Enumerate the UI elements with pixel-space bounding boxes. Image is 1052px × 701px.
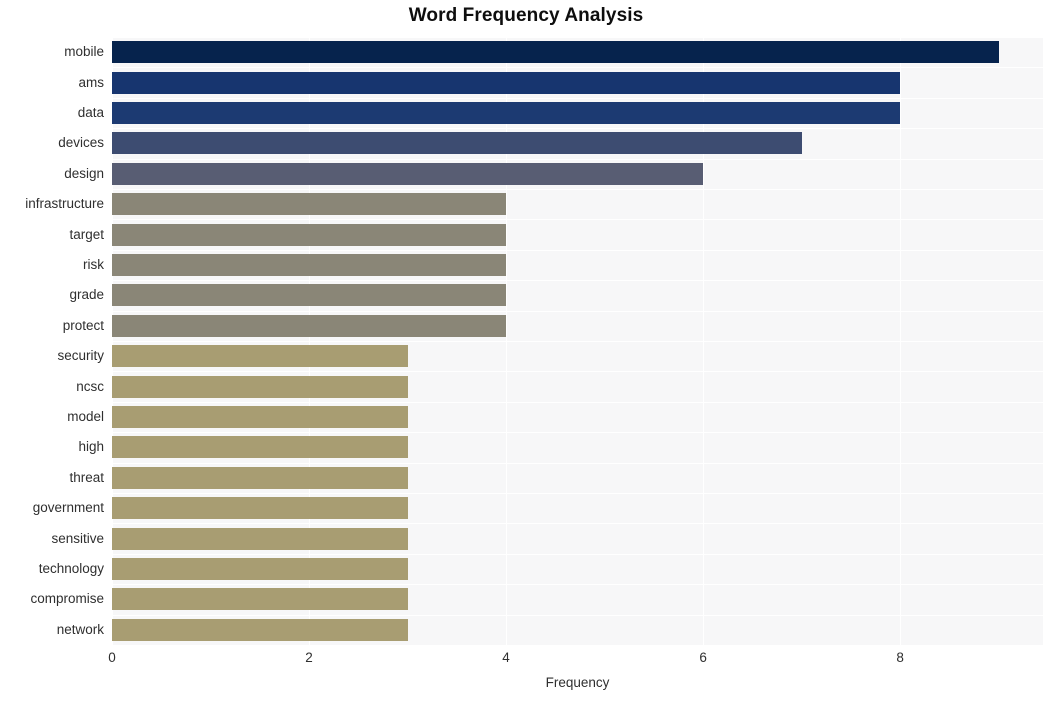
y-tick-label: compromise [30, 591, 104, 607]
x-tick-label: 2 [305, 650, 313, 665]
y-tick-label: security [57, 348, 104, 364]
bar [112, 436, 408, 459]
y-tick-label: model [67, 409, 104, 424]
gridline-horizontal [112, 645, 1043, 646]
x-tick-label: 6 [699, 650, 707, 665]
y-tick-label: grade [69, 287, 104, 303]
y-tick-label: risk [83, 257, 104, 272]
y-tick-label: technology [38, 561, 104, 576]
y-tick-label: sensitive [51, 530, 104, 546]
x-tick-label: 0 [108, 650, 116, 665]
bar [112, 102, 901, 124]
gridline-horizontal [112, 493, 1043, 494]
chart-title: Word Frequency Analysis [408, 5, 644, 26]
gridline-horizontal [112, 615, 1043, 616]
bar [112, 193, 507, 216]
bar [112, 558, 408, 580]
y-tick-label: devices [58, 135, 104, 151]
bar [112, 314, 507, 337]
y-tick-label: protect [62, 317, 104, 333]
y-tick-label: network [56, 621, 104, 637]
gridline-horizontal [112, 219, 1043, 220]
y-tick-label: data [77, 105, 104, 120]
bar [112, 618, 408, 641]
gridline-horizontal [112, 584, 1043, 585]
gridline-horizontal [112, 311, 1043, 312]
gridline-horizontal [112, 67, 1043, 68]
gridline-horizontal [112, 250, 1043, 251]
bar [112, 406, 408, 428]
gridline-horizontal [112, 189, 1043, 190]
bar [112, 162, 704, 185]
gridline-horizontal [112, 159, 1043, 160]
gridline-horizontal [112, 37, 1043, 38]
gridline-horizontal [112, 554, 1043, 555]
gridline-horizontal [112, 98, 1043, 99]
bar [112, 375, 408, 398]
gridline-horizontal [112, 402, 1043, 403]
y-tick-label: ams [78, 74, 104, 90]
gridline-horizontal [112, 128, 1043, 129]
plot-area [112, 37, 1043, 646]
gridline-horizontal [112, 280, 1043, 281]
bar [112, 284, 507, 307]
y-tick-label: target [69, 226, 104, 242]
bar [112, 527, 408, 550]
y-axis-tick-labels: mobile ams data devices design infrastructure… [0, 37, 104, 645]
x-axis-tick-labels: 0 2 4 6 8 [0, 650, 1052, 672]
y-tick-label: government [32, 500, 104, 516]
bar [112, 41, 999, 64]
y-tick-label: high [78, 439, 104, 455]
y-tick-label: mobile [64, 44, 104, 60]
y-tick-label: design [64, 165, 104, 181]
bar [112, 132, 802, 155]
x-tick-label: 8 [896, 650, 904, 665]
bar [112, 71, 901, 94]
x-tick-label: 4 [502, 650, 510, 665]
gridline-horizontal [112, 371, 1043, 372]
y-tick-label: ncsc [76, 378, 104, 394]
gridline-horizontal [112, 341, 1043, 342]
y-tick-label: threat [69, 469, 104, 485]
bar [112, 466, 408, 489]
gridline-horizontal [112, 432, 1043, 433]
gridline-horizontal [112, 463, 1043, 464]
bar [112, 588, 408, 611]
bar [112, 345, 408, 368]
bar [112, 223, 507, 246]
gridline-horizontal [112, 523, 1043, 524]
word-frequency-chart: Word Frequency Analysis mobile ams data dev… [0, 0, 1052, 701]
x-axis-title: Frequency [545, 675, 610, 690]
bar [112, 254, 507, 276]
bar [112, 497, 408, 520]
y-tick-label: infrastructure [25, 196, 104, 212]
